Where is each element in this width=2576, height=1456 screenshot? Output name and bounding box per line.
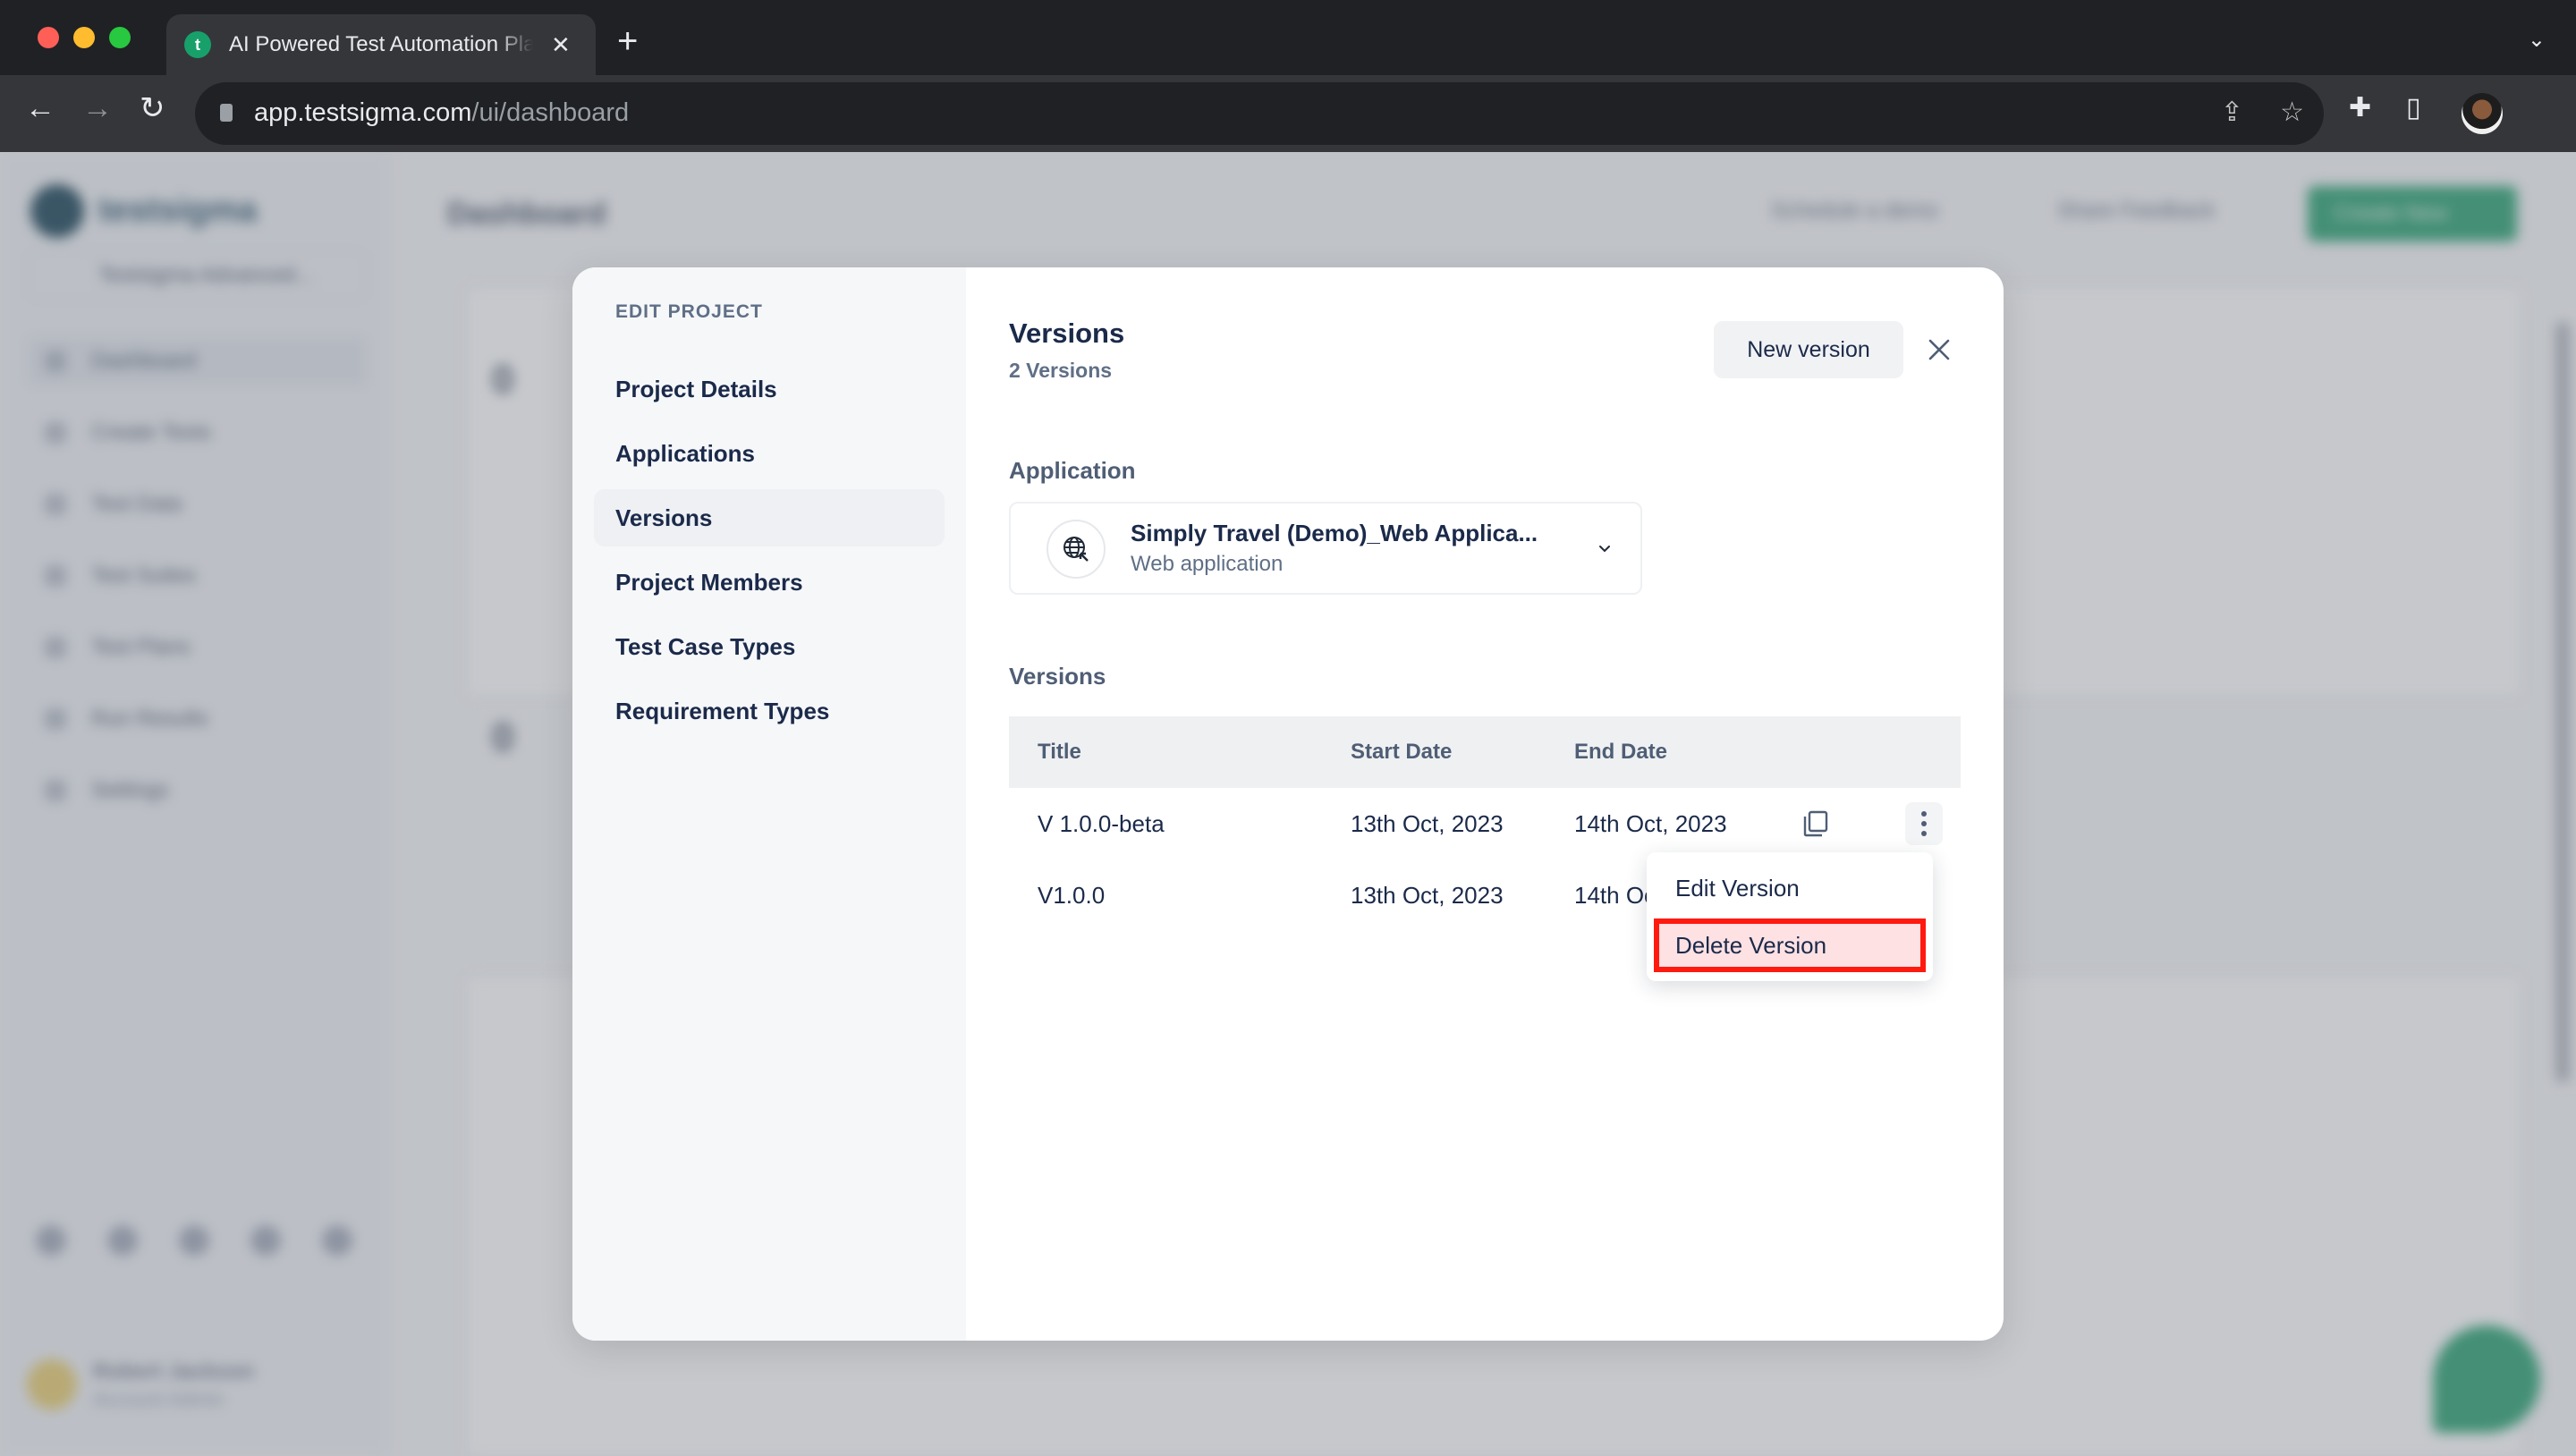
column-header-start-date[interactable]: Start Date [1351, 740, 1452, 765]
window-minimize-button[interactable] [73, 27, 95, 48]
url-path: /ui/dashboard [471, 98, 630, 127]
edit-project-sidebar: EDIT PROJECT Project Details Application… [572, 267, 966, 1341]
versions-section-label: Versions [1009, 663, 1106, 690]
versions-title: Versions [1009, 317, 1125, 349]
chevron-down-icon [1596, 539, 1614, 562]
nav-project-details[interactable]: Project Details [594, 360, 945, 418]
version-actions-menu: Edit Version Delete Version [1647, 852, 1933, 981]
url-host: app.testsigma.com [254, 98, 472, 127]
nav-test-case-types[interactable]: Test Case Types [594, 618, 945, 675]
window-close-button[interactable] [38, 27, 59, 48]
back-arrow-icon[interactable]: ← [25, 93, 55, 123]
address-bar[interactable]: app.testsigma.com/ui/dashboard ⇪ ☆ [195, 82, 2324, 145]
versions-count: 2 Versions [1009, 359, 1113, 382]
version-end-date: 14th Oct, 2023 [1574, 809, 1727, 837]
nav-project-members[interactable]: Project Members [594, 554, 945, 611]
application-select[interactable]: Simply Travel (Demo)_Web Applica... Web … [1009, 502, 1642, 595]
version-title: V1.0.0 [1038, 881, 1106, 909]
share-icon[interactable]: ⇪ [2221, 97, 2243, 128]
application-type: Web application [1131, 552, 1284, 576]
nav-versions[interactable]: Versions [594, 489, 945, 546]
browser-toolbar: ← → ↻ app.testsigma.com/ui/dashboard ⇪ ☆… [0, 75, 2576, 789]
table-header: Title Start Date End Date [1009, 716, 1961, 788]
tab-title: AI Powered Test Automation Platform [229, 32, 533, 56]
browser-tab-bar: t AI Powered Test Automation Platform ✕ … [0, 0, 2576, 75]
bookmark-star-icon[interactable]: ☆ [2280, 97, 2304, 128]
column-header-end-date[interactable]: End Date [1574, 740, 1667, 765]
application-name: Simply Travel (Demo)_Web Applica... [1131, 520, 1538, 546]
new-version-button[interactable]: New version [1714, 321, 1903, 378]
url-text[interactable]: app.testsigma.com/ui/dashboard [254, 98, 629, 128]
window-maximize-button[interactable] [109, 27, 131, 48]
application-label: Application [1009, 457, 1136, 484]
edit-project-heading: EDIT PROJECT [615, 301, 763, 322]
new-tab-icon[interactable]: + [617, 23, 638, 59]
forward-arrow-icon[interactable]: → [82, 93, 113, 123]
table-row[interactable]: V 1.0.0-beta 13th Oct, 2023 14th Oct, 20… [1009, 788, 1961, 859]
globe-cursor-icon [1046, 520, 1106, 579]
extensions-puzzle-icon[interactable]: ✚ [2349, 95, 2371, 122]
reload-icon[interactable]: ↻ [140, 93, 165, 123]
profile-avatar[interactable] [2462, 93, 2503, 134]
side-panel-icon[interactable]: ▯ [2406, 95, 2421, 122]
edit-version-menu-item[interactable]: Edit Version [1647, 861, 1933, 915]
edit-project-modal: EDIT PROJECT Project Details Application… [572, 267, 2004, 1341]
tab-search-chevron-icon[interactable]: ⌄ [2528, 27, 2546, 53]
version-start-date: 13th Oct, 2023 [1351, 809, 1504, 837]
version-start-date: 13th Oct, 2023 [1351, 881, 1504, 909]
versions-panel: Versions 2 Versions New version Applicat… [966, 267, 2004, 1341]
nav-requirement-types[interactable]: Requirement Types [594, 682, 945, 740]
browser-tab[interactable]: t AI Powered Test Automation Platform ✕ [166, 14, 596, 75]
nav-applications[interactable]: Applications [594, 425, 945, 482]
lock-icon[interactable] [220, 104, 233, 122]
version-title: V 1.0.0-beta [1038, 809, 1165, 837]
delete-version-menu-item[interactable]: Delete Version [1654, 918, 1926, 972]
tab-close-icon[interactable]: ✕ [551, 31, 571, 59]
close-icon[interactable] [1921, 332, 1957, 368]
copy-icon[interactable] [1800, 808, 1832, 840]
testsigma-favicon-icon: t [184, 31, 211, 58]
column-header-title[interactable]: Title [1038, 740, 1081, 765]
more-vertical-icon[interactable] [1905, 802, 1943, 845]
